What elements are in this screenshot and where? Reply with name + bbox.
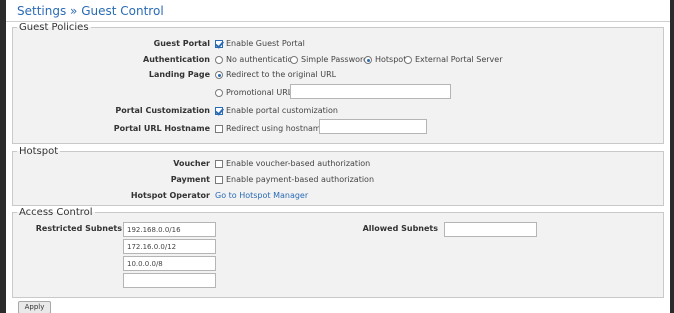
landing-page-label: Landing Page — [148, 70, 210, 79]
auth-option-hotspot[interactable]: Hotspot — [363, 55, 406, 64]
breadcrumb-settings-link[interactable]: Settings — [17, 4, 66, 18]
auth-simple-password-radio[interactable] — [290, 56, 298, 64]
page-title: Settings » Guest Control — [17, 4, 164, 18]
portal-customization-label: Portal Customization — [115, 106, 210, 115]
promotional-url-input[interactable] — [290, 84, 451, 99]
hotspot-manager-link[interactable]: Go to Hotspot Manager — [215, 191, 308, 200]
auth-simple-password-label: Simple Password — [301, 55, 369, 64]
guest-policies-legend: Guest Policies — [19, 22, 89, 33]
portal-url-hostname-checkbox[interactable] — [215, 125, 223, 133]
settings-page: Settings » Guest Control Guest Policies … — [6, 0, 670, 313]
payment-label: Payment — [170, 175, 210, 184]
landing-promo-option[interactable]: Promotional URL — [214, 88, 292, 97]
access-control-legend: Access Control — [19, 207, 93, 218]
restricted-subnet-input-2[interactable]: 172.16.0.0/12 — [123, 239, 216, 254]
portal-customization-option[interactable]: Enable portal customization — [214, 106, 338, 115]
guest-portal-option-label: Enable Guest Portal — [226, 39, 305, 48]
auth-hotspot-radio[interactable] — [364, 56, 372, 64]
hotspot-operator-label: Hotspot Operator — [130, 191, 210, 200]
payment-option-label: Enable payment-based authorization — [226, 175, 375, 184]
portal-url-hostname-option[interactable]: Redirect using hostname — [214, 124, 326, 133]
guest-portal-label: Guest Portal — [153, 39, 210, 48]
access-control-section: Access Control — [12, 207, 664, 298]
restricted-subnet-input-1[interactable]: 192.168.0.0/16 — [123, 222, 216, 237]
auth-none-label: No authentication — [226, 55, 298, 64]
auth-hotspot-label: Hotspot — [375, 55, 407, 64]
portal-customization-checkbox[interactable] — [215, 107, 223, 115]
auth-option-simple-password[interactable]: Simple Password — [289, 55, 368, 64]
payment-option[interactable]: Enable payment-based authorization — [214, 175, 374, 184]
landing-promo-label: Promotional URL — [226, 88, 293, 97]
allowed-subnets-label: Allowed Subnets — [362, 224, 438, 233]
restricted-subnets-label: Restricted Subnets — [35, 224, 122, 233]
landing-promo-radio[interactable] — [215, 89, 223, 97]
authentication-label: Authentication — [143, 55, 210, 64]
voucher-option-label: Enable voucher-based authorization — [226, 159, 371, 168]
landing-redirect-radio[interactable] — [215, 71, 223, 79]
auth-none-radio[interactable] — [215, 56, 223, 64]
auth-external-portal-label: External Portal Server — [415, 55, 503, 64]
restricted-subnet-input-3[interactable]: 10.0.0.0/8 — [123, 256, 216, 271]
breadcrumb-separator: » — [70, 4, 78, 18]
voucher-option[interactable]: Enable voucher-based authorization — [214, 159, 370, 168]
hotspot-legend: Hotspot — [19, 146, 59, 157]
portal-url-hostname-label: Portal URL Hostname — [113, 124, 210, 133]
voucher-checkbox[interactable] — [215, 160, 223, 168]
portal-customization-option-label: Enable portal customization — [226, 106, 338, 115]
breadcrumb-current: Guest Control — [81, 4, 164, 18]
guest-portal-checkbox[interactable] — [215, 40, 223, 48]
auth-option-none[interactable]: No authentication — [214, 55, 298, 64]
voucher-label: Voucher — [173, 159, 210, 168]
portal-url-hostname-option-label: Redirect using hostname — [226, 124, 326, 133]
auth-option-external-portal[interactable]: External Portal Server — [403, 55, 503, 64]
auth-external-portal-radio[interactable] — [404, 56, 412, 64]
guest-portal-option[interactable]: Enable Guest Portal — [214, 39, 305, 48]
payment-checkbox[interactable] — [215, 176, 223, 184]
allowed-subnet-input-1[interactable] — [444, 222, 537, 237]
restricted-subnet-input-4[interactable] — [123, 273, 216, 288]
portal-hostname-input[interactable] — [319, 119, 427, 134]
landing-redirect-label: Redirect to the original URL — [226, 70, 337, 79]
landing-redirect-option[interactable]: Redirect to the original URL — [214, 70, 336, 79]
apply-button[interactable]: Apply — [18, 301, 51, 313]
